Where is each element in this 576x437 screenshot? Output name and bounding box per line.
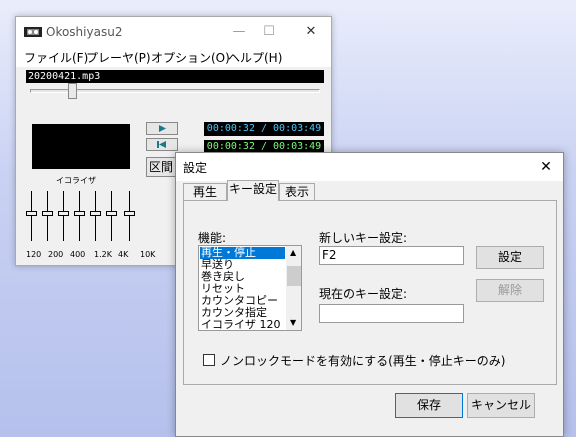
eq-slider-knob[interactable]	[74, 211, 85, 216]
time-counter-1: 00:00:32 / 00:03:49	[204, 122, 324, 136]
eq-slider-track	[47, 191, 48, 241]
eq-band-label: 120	[26, 250, 42, 259]
settings-dialog: 設定 ✕ 再生 キー設定 表示 機能: 再生・停止 早送り 巻き戻し リセット …	[175, 152, 564, 437]
eq-slider-track	[63, 191, 64, 241]
menu-options[interactable]: オプション(O)	[151, 49, 230, 66]
nonlock-label: ノンロックモードを有効にする(再生・停止キーのみ)	[220, 354, 506, 368]
scroll-down-icon[interactable]: ▼	[290, 318, 296, 327]
menu-help[interactable]: ヘルプ(H)	[228, 49, 282, 66]
scrollbar-thumb[interactable]	[287, 266, 301, 286]
eq-slider-knob[interactable]	[124, 211, 135, 216]
play-button[interactable]	[146, 122, 178, 135]
window-title: Okoshiyasu2	[46, 25, 123, 39]
new-key-input[interactable]: F2	[319, 246, 464, 265]
close-icon[interactable]: ✕	[530, 153, 562, 181]
new-key-label: 新しいキー設定:	[319, 231, 408, 245]
tab-key-settings[interactable]: キー設定	[227, 180, 279, 201]
close-icon[interactable]: ✕	[296, 17, 326, 47]
list-item[interactable]: イコライザ 120	[200, 319, 285, 331]
eq-slider-track	[31, 191, 32, 241]
minimize-icon[interactable]: —	[224, 17, 254, 47]
seek-slider-thumb[interactable]	[68, 83, 77, 99]
eq-band-label: 10K	[140, 250, 156, 259]
current-key-label: 現在のキー設定:	[319, 287, 408, 301]
scroll-up-icon[interactable]: ▲	[290, 248, 296, 257]
eq-slider[interactable]	[90, 191, 102, 241]
eq-band-label: 1.2K	[94, 250, 112, 259]
menu-file[interactable]: ファイル(F)	[24, 49, 88, 66]
tab-playback[interactable]: 再生	[183, 183, 227, 201]
eq-slider-track	[79, 191, 80, 241]
filename-display: 20200421.mp3	[26, 70, 324, 83]
eq-slider[interactable]	[124, 191, 136, 241]
eq-slider[interactable]	[106, 191, 118, 241]
maximize-icon[interactable]: ☐	[254, 17, 284, 47]
eq-slider-track	[129, 191, 130, 241]
eq-slider-knob[interactable]	[58, 211, 69, 216]
nonlock-checkbox[interactable]	[203, 354, 215, 366]
function-label: 機能:	[198, 231, 227, 245]
menu-player[interactable]: プレーヤ(P)	[86, 49, 151, 66]
eq-slider-knob[interactable]	[42, 211, 53, 216]
eq-band-label: 4K	[118, 250, 129, 259]
save-button[interactable]: 保存	[395, 393, 463, 418]
dialog-title: 設定	[183, 161, 208, 175]
tab-display[interactable]: 表示	[279, 183, 315, 201]
visualizer-display	[32, 124, 130, 169]
eq-slider-track	[95, 191, 96, 241]
skip-back-icon	[157, 141, 166, 148]
eq-slider-knob[interactable]	[90, 211, 101, 216]
eq-slider[interactable]	[74, 191, 86, 241]
eq-slider[interactable]	[26, 191, 38, 241]
play-icon	[159, 125, 166, 132]
section-button[interactable]: 区間	[146, 157, 176, 177]
function-list[interactable]: 再生・停止 早送り 巻き戻し リセット カウンタコピー カウンタ指定 イコライザ…	[198, 245, 302, 331]
dialog-titlebar[interactable]: 設定 ✕	[176, 153, 563, 181]
menubar: ファイル(F) プレーヤ(P) オプション(O) ヘルプ(H)	[16, 47, 331, 67]
rewind-button[interactable]	[146, 138, 178, 151]
main-titlebar[interactable]: Okoshiyasu2 — ☐ ✕	[16, 17, 331, 47]
eq-band-label: 200	[48, 250, 64, 259]
eq-slider-track	[111, 191, 112, 241]
eq-slider-knob[interactable]	[26, 211, 37, 216]
current-key-field	[319, 304, 464, 323]
cancel-button[interactable]: キャンセル	[467, 393, 535, 418]
release-button[interactable]: 解除	[476, 279, 544, 302]
app-icon	[24, 27, 42, 37]
eq-slider[interactable]	[58, 191, 70, 241]
equalizer-label: イコライザ	[56, 176, 96, 185]
eq-band-label: 400	[70, 250, 86, 259]
list-scrollbar[interactable]: ▲ ▼	[286, 246, 301, 330]
eq-slider[interactable]	[42, 191, 54, 241]
eq-slider-knob[interactable]	[106, 211, 117, 216]
set-button[interactable]: 設定	[476, 246, 544, 269]
